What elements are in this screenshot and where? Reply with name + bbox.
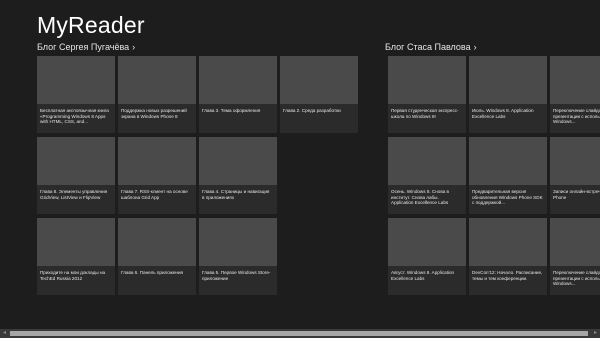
- horizontal-scrollbar[interactable]: ◂ ▸: [0, 329, 600, 338]
- article-tile[interactable]: Осень. Windows 8. Снова в институт. Снов…: [388, 137, 466, 214]
- article-thumbnail: [550, 218, 600, 266]
- article-thumbnail: [118, 56, 196, 104]
- article-tile[interactable]: Август. Windows 8. Application Excellenc…: [388, 218, 466, 295]
- article-title: Переключение слайдов в презентации с исп…: [550, 104, 600, 133]
- article-title: Август. Windows 8. Application Excellenc…: [388, 266, 466, 295]
- article-thumbnail: [199, 56, 277, 104]
- article-thumbnail: [388, 218, 466, 266]
- article-thumbnail: [469, 56, 547, 104]
- article-thumbnail: [388, 56, 466, 104]
- article-tile[interactable]: Глава 2. Среда разработки: [280, 56, 358, 133]
- article-thumbnail: [280, 56, 358, 104]
- article-tile[interactable]: Переключение слайдов в презентации с исп…: [550, 218, 600, 295]
- article-tile[interactable]: Поддержка новых разрешений экрана в Wind…: [118, 56, 196, 133]
- article-thumbnail: [118, 137, 196, 185]
- article-title: Глава 5. Первое Windows Store-приложение: [199, 266, 277, 295]
- article-thumbnail: [118, 218, 196, 266]
- article-title: DevCon'12: Начало. Расписание, темы и те…: [469, 266, 547, 295]
- article-thumbnail: [37, 56, 115, 104]
- scroll-right-icon[interactable]: ▸: [591, 329, 600, 338]
- article-title: Глава 6. Панель приложения: [118, 266, 196, 295]
- article-tile[interactable]: Глава 3. Тема оформления: [199, 56, 277, 133]
- article-tile[interactable]: Предварительная версия обновления Window…: [469, 137, 547, 214]
- chevron-right-icon: ›: [132, 42, 136, 52]
- article-title: Первая студенческая экспресс-школа по Wi…: [388, 104, 466, 133]
- article-title: Предварительная версия обновления Window…: [469, 185, 547, 214]
- group-header-pavlov[interactable]: Блог Стаса Павлова ›: [385, 41, 477, 53]
- article-thumbnail: [37, 137, 115, 185]
- group-header-label: Блог Стаса Павлова: [385, 42, 471, 52]
- article-thumbnail: [199, 137, 277, 185]
- article-tile[interactable]: Глава 6. Панель приложения: [118, 218, 196, 295]
- scrollbar-thumb[interactable]: [10, 331, 588, 336]
- article-tile[interactable]: Записи онлайн-встреч Windows Phone: [550, 137, 600, 214]
- article-title: Переключение слайдов в презентации с исп…: [550, 266, 600, 295]
- article-thumbnail: [37, 218, 115, 266]
- article-tile[interactable]: Бесплатная англоязычная книга «Programmi…: [37, 56, 115, 133]
- article-tile[interactable]: Переключение слайдов в презентации с исп…: [550, 56, 600, 133]
- article-title: Бесплатная англоязычная книга «Programmi…: [37, 104, 115, 133]
- article-tile[interactable]: Глава 7. RSS-клиент на основе шаблона Gr…: [118, 137, 196, 214]
- article-title: Записи онлайн-встреч Windows Phone: [550, 185, 600, 214]
- scroll-left-icon[interactable]: ◂: [0, 329, 9, 338]
- article-tile[interactable]: Глава 4. Страницы и навигация в приложен…: [199, 137, 277, 214]
- article-tile[interactable]: Приходите на мои доклады на TechEd Russi…: [37, 218, 115, 295]
- article-title: Приходите на мои доклады на TechEd Russi…: [37, 266, 115, 295]
- group-header-pugachev[interactable]: Блог Сергея Пугачёва ›: [37, 41, 135, 53]
- article-thumbnail: [388, 137, 466, 185]
- article-tile[interactable]: DevCon'12: Начало. Расписание, темы и те…: [469, 218, 547, 295]
- article-thumbnail: [550, 137, 600, 185]
- article-title: Глава 3. Тема оформления: [199, 104, 277, 133]
- article-thumbnail: [550, 56, 600, 104]
- article-title: Глава 4. Страницы и навигация в приложен…: [199, 185, 277, 214]
- app-title: MyReader: [37, 12, 145, 38]
- article-title: Глава 8. Элементы управления GridView, L…: [37, 185, 115, 214]
- article-thumbnail: [469, 137, 547, 185]
- article-thumbnail: [199, 218, 277, 266]
- article-title: Июль. Windows 8. Application Excellence …: [469, 104, 547, 133]
- article-title: Поддержка новых разрешений экрана в Wind…: [118, 104, 196, 133]
- article-title: Глава 7. RSS-клиент на основе шаблона Gr…: [118, 185, 196, 214]
- article-tile[interactable]: Июль. Windows 8. Application Excellence …: [469, 56, 547, 133]
- article-tile[interactable]: Глава 5. Первое Windows Store-приложение: [199, 218, 277, 295]
- article-title: Глава 2. Среда разработки: [280, 104, 358, 133]
- article-title: Осень. Windows 8. Снова в институт. Снов…: [388, 185, 466, 214]
- chevron-right-icon: ›: [473, 42, 477, 52]
- article-tile[interactable]: Первая студенческая экспресс-школа по Wi…: [388, 56, 466, 133]
- group-header-label: Блог Сергея Пугачёва: [37, 42, 130, 52]
- article-thumbnail: [469, 218, 547, 266]
- article-tile[interactable]: Глава 8. Элементы управления GridView, L…: [37, 137, 115, 214]
